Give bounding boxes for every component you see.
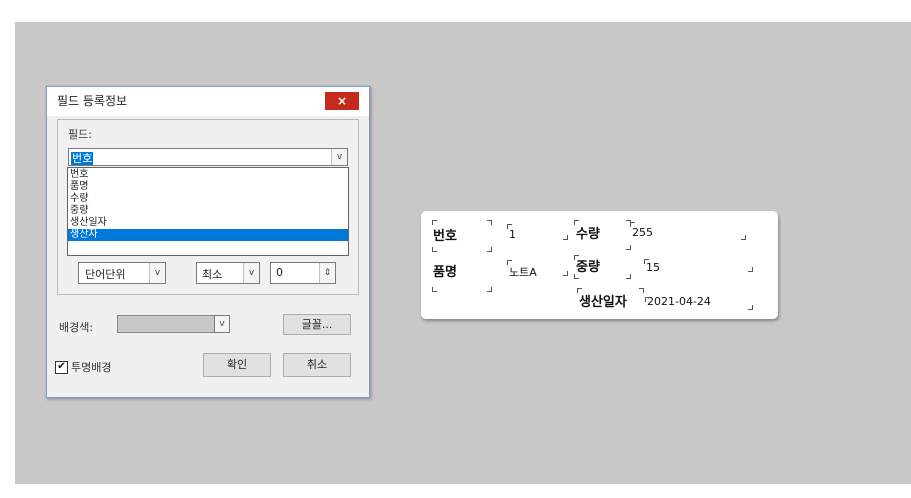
chevron-down-icon[interactable]: v bbox=[149, 263, 165, 283]
chevron-down-icon[interactable]: v bbox=[215, 316, 229, 332]
field-bracket bbox=[630, 222, 635, 227]
field-name-bunho: 번호 bbox=[433, 229, 457, 244]
field-bracket bbox=[432, 220, 437, 225]
min-combo[interactable]: 최소 v bbox=[196, 262, 260, 284]
field-bracket bbox=[645, 297, 650, 302]
field-bracket bbox=[487, 287, 492, 292]
field-bracket bbox=[507, 224, 512, 229]
list-item[interactable]: 번호 bbox=[68, 169, 348, 181]
field-bracket bbox=[748, 305, 753, 310]
field-bracket bbox=[487, 247, 492, 252]
cancel-button[interactable]: 취소 bbox=[283, 353, 351, 377]
field-name-suryang: 수량 bbox=[576, 227, 600, 242]
field-value-suryang: 255 bbox=[632, 226, 653, 239]
field-bracket bbox=[432, 247, 437, 252]
field-bracket bbox=[644, 259, 649, 264]
field-combo[interactable]: 번호 v bbox=[68, 148, 348, 166]
font-button[interactable]: 글꼴... bbox=[283, 314, 351, 335]
field-bracket bbox=[741, 235, 746, 240]
chevron-down-icon[interactable]: v bbox=[331, 149, 347, 165]
chevron-down-icon[interactable]: v bbox=[243, 263, 259, 283]
transparent-label: 투명배경 bbox=[71, 361, 112, 374]
field-properties-dialog: 필드 등록정보 × 필드: 번호 v 단어단위 v 최소 v 0 ⇕ 번호 품명… bbox=[46, 86, 370, 398]
field-bracket bbox=[563, 271, 568, 276]
spinner-arrows-icon[interactable]: ⇕ bbox=[319, 263, 335, 283]
field-bracket bbox=[577, 288, 582, 293]
field-bracket bbox=[574, 220, 579, 225]
field-name-pummyeong: 품명 bbox=[433, 265, 457, 280]
list-item[interactable]: 품명 bbox=[68, 181, 348, 193]
close-button[interactable]: × bbox=[325, 92, 359, 110]
field-bracket bbox=[748, 267, 753, 272]
field-bracket bbox=[639, 288, 644, 293]
field-bracket bbox=[432, 287, 437, 292]
number-spinner[interactable]: 0 ⇕ bbox=[270, 262, 336, 284]
ok-button[interactable]: 확인 bbox=[203, 353, 271, 377]
list-item-selected[interactable]: 생산자 bbox=[68, 229, 348, 241]
field-value-bunho: 1 bbox=[509, 228, 516, 241]
field-bracket bbox=[507, 260, 512, 265]
field-bracket bbox=[574, 255, 579, 260]
bg-color-dropdown[interactable]: v bbox=[214, 315, 230, 333]
field-bracket bbox=[626, 274, 631, 279]
dialog-title: 필드 등록정보 bbox=[57, 94, 128, 108]
bg-color-swatch[interactable] bbox=[117, 315, 215, 333]
field-value-saengsan-ilja: 2021-04-24 bbox=[647, 295, 711, 308]
field-bracket bbox=[563, 235, 568, 240]
list-item[interactable]: 생산일자 bbox=[68, 217, 348, 229]
unit-combo[interactable]: 단어단위 v bbox=[78, 262, 166, 284]
field-value-pummyeong: 노트A bbox=[509, 266, 537, 279]
field-label: 필드: bbox=[68, 128, 92, 141]
list-item[interactable]: 중량 bbox=[68, 205, 348, 217]
dialog-titlebar[interactable]: 필드 등록정보 × bbox=[47, 87, 369, 116]
number-spinner-value: 0 bbox=[276, 266, 283, 279]
list-item[interactable]: 수량 bbox=[68, 193, 348, 205]
bg-color-label: 배경색: bbox=[59, 321, 94, 334]
transparent-checkbox[interactable]: ✔ bbox=[55, 361, 68, 374]
field-bracket bbox=[574, 274, 579, 279]
check-icon: ✔ bbox=[57, 361, 66, 372]
label-preview-card[interactable]: 번호 1 수량 255 품명 노트A 중량 15 생산일자 2021-04-24 bbox=[421, 211, 778, 319]
field-combo-value: 번호 bbox=[71, 152, 94, 165]
field-bracket bbox=[487, 220, 492, 225]
field-name-jungryang: 중량 bbox=[576, 260, 600, 275]
field-dropdown-list[interactable]: 번호 품명 수량 중량 생산일자 생산자 bbox=[67, 167, 349, 256]
field-bracket bbox=[626, 245, 631, 250]
unit-combo-value: 단어단위 bbox=[85, 268, 126, 281]
min-combo-value: 최소 bbox=[202, 268, 223, 281]
field-name-saengsan-ilja: 생산일자 bbox=[579, 295, 627, 310]
